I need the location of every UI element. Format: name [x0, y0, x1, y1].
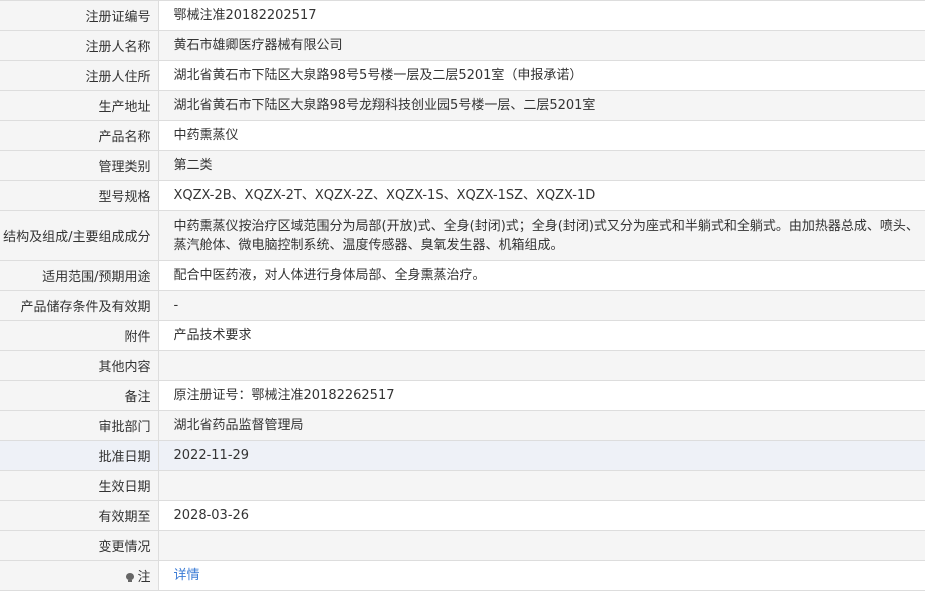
details-link[interactable]: 详情 — [174, 568, 200, 583]
row-value-product-name: 中药熏蒸仪 — [158, 120, 925, 151]
row-label-approval-department: 审批部门 — [0, 410, 159, 441]
row-label-registration-number: 注册证编号 — [0, 0, 159, 31]
row-label-model-spec: 型号规格 — [0, 180, 159, 211]
row-value-other-content — [158, 350, 925, 381]
detail-row: 注册人住所 湖北省黄石市下陆区大泉路98号5号楼一层及二层5201室（申报承诺） — [0, 60, 925, 91]
row-value-effective-date — [158, 470, 925, 501]
row-value-change-history — [158, 530, 925, 561]
detail-row: 管理类别 第二类 — [0, 150, 925, 181]
row-label-change-history: 变更情况 — [0, 530, 159, 561]
row-value-registration-number: 鄂械注准20182202517 — [158, 0, 925, 31]
row-label-effective-date: 生效日期 — [0, 470, 159, 501]
row-label-intended-use: 适用范围/预期用途 — [0, 260, 159, 291]
row-value-remarks: 原注册证号：鄂械注准20182262517 — [158, 380, 925, 411]
detail-row: 变更情况 — [0, 530, 925, 561]
row-label-attachment: 附件 — [0, 320, 159, 351]
row-value-note: 详情 — [158, 560, 925, 591]
row-label-product-name: 产品名称 — [0, 120, 159, 151]
row-value-approval-date: 2022-11-29 — [158, 440, 925, 471]
registration-detail-table: 注册证编号 鄂械注准20182202517 注册人名称 黄石市雄卿医疗器械有限公… — [0, 0, 925, 591]
row-label-structure-composition: 结构及组成/主要组成成分 — [0, 210, 159, 261]
row-label-storage-validity: 产品储存条件及有效期 — [0, 290, 159, 321]
row-value-attachment: 产品技术要求 — [158, 320, 925, 351]
detail-row: 生产地址 湖北省黄石市下陆区大泉路98号龙翔科技创业园5号楼一层、二层5201室 — [0, 90, 925, 121]
detail-row: 生效日期 — [0, 470, 925, 501]
detail-row: 注 详情 — [0, 560, 925, 591]
row-value-approval-department: 湖北省药品监督管理局 — [158, 410, 925, 441]
row-value-storage-validity: - — [158, 290, 925, 321]
detail-row: 产品名称 中药熏蒸仪 — [0, 120, 925, 151]
row-value-model-spec: XQZX-2B、XQZX-2T、XQZX-2Z、XQZX-1S、XQZX-1SZ… — [158, 180, 925, 211]
row-label-note: 注 — [0, 560, 159, 591]
row-label-remarks: 备注 — [0, 380, 159, 411]
row-label-other-content: 其他内容 — [0, 350, 159, 381]
row-label-approval-date: 批准日期 — [0, 440, 159, 471]
lightbulb-icon — [126, 573, 135, 582]
row-label-registrant-address: 注册人住所 — [0, 60, 159, 91]
row-value-registrant-address: 湖北省黄石市下陆区大泉路98号5号楼一层及二层5201室（申报承诺） — [158, 60, 925, 91]
note-label-text: 注 — [137, 570, 151, 585]
detail-row: 结构及组成/主要组成成分 中药熏蒸仪按治疗区域范围分为局部(开放)式、全身(封闭… — [0, 210, 925, 261]
row-value-valid-until: 2028-03-26 — [158, 500, 925, 531]
row-label-production-address: 生产地址 — [0, 90, 159, 121]
detail-row: 其他内容 — [0, 350, 925, 381]
row-label-valid-until: 有效期至 — [0, 500, 159, 531]
detail-row: 注册人名称 黄石市雄卿医疗器械有限公司 — [0, 30, 925, 61]
detail-row: 附件 产品技术要求 — [0, 320, 925, 351]
detail-row: 有效期至 2028-03-26 — [0, 500, 925, 531]
row-value-intended-use: 配合中医药液，对人体进行身体局部、全身熏蒸治疗。 — [158, 260, 925, 291]
detail-row: 备注 原注册证号：鄂械注准20182262517 — [0, 380, 925, 411]
detail-row: 产品储存条件及有效期 - — [0, 290, 925, 321]
row-value-structure-composition: 中药熏蒸仪按治疗区域范围分为局部(开放)式、全身(封闭)式；全身(封闭)式又分为… — [158, 210, 925, 261]
detail-row: 批准日期 2022-11-29 — [0, 440, 925, 471]
row-label-registrant-name: 注册人名称 — [0, 30, 159, 61]
row-value-registrant-name: 黄石市雄卿医疗器械有限公司 — [158, 30, 925, 61]
detail-row: 型号规格 XQZX-2B、XQZX-2T、XQZX-2Z、XQZX-1S、XQZ… — [0, 180, 925, 211]
row-value-management-category: 第二类 — [158, 150, 925, 181]
detail-row: 适用范围/预期用途 配合中医药液，对人体进行身体局部、全身熏蒸治疗。 — [0, 260, 925, 291]
detail-row: 审批部门 湖北省药品监督管理局 — [0, 410, 925, 441]
detail-row: 注册证编号 鄂械注准20182202517 — [0, 0, 925, 31]
row-label-management-category: 管理类别 — [0, 150, 159, 181]
row-value-production-address: 湖北省黄石市下陆区大泉路98号龙翔科技创业园5号楼一层、二层5201室 — [158, 90, 925, 121]
